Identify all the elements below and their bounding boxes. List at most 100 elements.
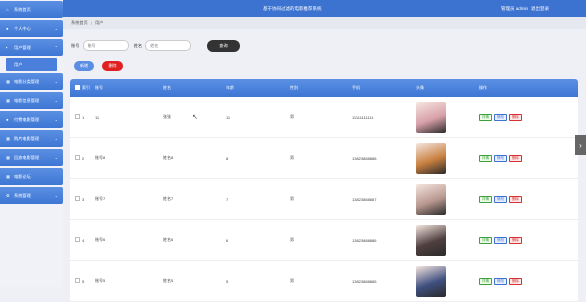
row-delete-button[interactable]: 删除 <box>509 195 522 203</box>
add-button[interactable]: 新增 <box>74 61 94 71</box>
sidebar-item-users[interactable]: ▪ 用户管理 ⌃ <box>0 39 63 56</box>
sidebar-item-label: 个人中心 <box>14 25 31 31</box>
logout-link[interactable]: 退出登录 <box>531 6 549 12</box>
sidebar-item-label: 回放电影管理 <box>14 154 40 160</box>
row-checkbox[interactable] <box>75 237 80 242</box>
name-label: 姓名 <box>133 42 143 48</box>
header: 基于协同过滤的电影推荐系统 管理员 admin 退出登录 <box>63 0 586 17</box>
cell-age: 11 <box>226 114 231 120</box>
delete-button[interactable]: 删除 <box>102 61 123 71</box>
cell-account: 账号8 <box>95 155 106 160</box>
edit-button[interactable]: 修改 <box>494 195 507 203</box>
account-label: 账号 <box>71 42 80 48</box>
admin-label: 管理员 admin <box>500 6 528 11</box>
grid-icon: ▦ <box>6 136 10 141</box>
breadcrumb: 系统首页 / 用户 <box>63 17 586 29</box>
cell-age: 6 <box>226 237 229 243</box>
mouse-cursor-icon: ↖ <box>192 114 198 121</box>
chevron-down-icon: ⌄ <box>54 193 58 198</box>
chevron-down-icon: ⌄ <box>54 117 58 122</box>
row-checkbox[interactable] <box>75 196 80 201</box>
avatar <box>416 224 446 256</box>
sidebar-item-label: 电影分类管理 <box>14 78 40 84</box>
sidebar-item-movie-info[interactable]: ▦ 电影信息管理 ⌄ <box>0 92 63 109</box>
name-input[interactable] <box>145 40 192 51</box>
edit-button[interactable]: 修改 <box>494 277 507 285</box>
sidebar-item-label: 付费电影管理 <box>14 116 40 122</box>
cell-name: 姓名5 <box>163 278 174 283</box>
cell-account: 11 <box>95 114 100 120</box>
chevron-down-icon: ⌄ <box>54 155 58 160</box>
sidebar-item-purchase-movie[interactable]: ▦ 购片电影管理 ⌄ <box>0 130 63 147</box>
users-icon: ▪ <box>6 45 8 50</box>
row-checkbox[interactable] <box>75 155 80 160</box>
select-all-checkbox[interactable] <box>75 85 80 90</box>
detail-button[interactable]: 详情 <box>479 236 492 244</box>
row-checkbox[interactable] <box>75 278 80 283</box>
query-button[interactable]: 查询 <box>207 40 240 52</box>
table-row: 2 账号8 姓名8 8 男 13823888888 详情 修改 删除 <box>70 138 578 179</box>
sidebar-item-system[interactable]: ⚙ 系统管理 ⌄ <box>0 187 63 204</box>
row-delete-button[interactable]: 删除 <box>509 113 522 121</box>
cell-account: 账号7 <box>95 196 106 201</box>
sidebar-item-home[interactable]: ⌂ 系统首页 <box>0 1 63 18</box>
table-row: 1 11 张张 11 男 11111111111 详情 修改 删除 <box>70 97 578 138</box>
app-title: 基于协同过滤的电影推荐系统 <box>263 6 322 11</box>
edit-button[interactable]: 修改 <box>494 154 507 162</box>
cell-phone: 13823888888 <box>352 155 377 161</box>
sidebar-item-forum[interactable]: ▦ 电影论坛 <box>0 168 63 185</box>
col-phone: 手机 <box>352 85 360 90</box>
row-delete-button[interactable]: 删除 <box>509 277 522 285</box>
cell-name: 姓名8 <box>163 155 174 160</box>
cell-index: 3 <box>82 196 85 202</box>
cell-index: 2 <box>82 155 85 161</box>
account-input[interactable] <box>82 40 129 51</box>
detail-button[interactable]: 详情 <box>479 113 492 121</box>
sidebar-item-paid-movie[interactable]: ● 付费电影管理 ⌄ <box>0 111 63 128</box>
avatar <box>416 101 446 133</box>
cell-name: 姓名7 <box>163 196 174 201</box>
edit-button[interactable]: 修改 <box>494 236 507 244</box>
edit-button[interactable]: 修改 <box>494 113 507 121</box>
cell-index: 1 <box>82 114 85 120</box>
col-name: 姓名 <box>163 85 171 90</box>
col-photo: 头像 <box>416 85 424 90</box>
grid-icon: ▦ <box>6 155 10 160</box>
grid-icon: ▦ <box>6 174 10 179</box>
col-actions: 操作 <box>479 85 487 90</box>
home-icon: ⌂ <box>6 7 9 12</box>
avatar <box>416 142 446 174</box>
user-table: 索引 账号 姓名 年龄 性别 手机 头像 操作 1 11 张张 11 男 111… <box>70 79 578 302</box>
cell-age: 5 <box>226 278 229 284</box>
cell-gender: 男 <box>290 114 294 119</box>
cell-phone: 13823888887 <box>352 196 377 202</box>
cell-phone: 13823888885 <box>352 278 377 284</box>
detail-button[interactable]: 详情 <box>479 154 492 162</box>
row-checkbox[interactable] <box>75 114 80 119</box>
sidebar-item-label: 购片电影管理 <box>14 135 40 141</box>
breadcrumb-home[interactable]: 系统首页 <box>71 20 88 26</box>
sidebar-subitem-user[interactable]: 用户 <box>6 58 57 71</box>
chevron-right-icon[interactable]: › <box>575 135 586 155</box>
row-delete-button[interactable]: 删除 <box>509 154 522 162</box>
cell-account: 账号6 <box>95 237 106 242</box>
sidebar-item-movie-category[interactable]: ▦ 电影分类管理 ⌄ <box>0 73 63 90</box>
detail-button[interactable]: 详情 <box>479 195 492 203</box>
gear-icon: ⚙ <box>6 193 10 198</box>
chevron-down-icon: ⌄ <box>54 79 58 84</box>
chevron-down-icon: ⌄ <box>54 136 58 141</box>
row-delete-button[interactable]: 删除 <box>509 236 522 244</box>
chevron-down-icon: ⌄ <box>54 98 58 103</box>
sidebar-item-profile[interactable]: ● 个人中心 ⌄ <box>0 20 63 37</box>
cell-phone: 11111111111 <box>352 114 374 120</box>
sidebar: ⌂ 系统首页 ● 个人中心 ⌄ ▪ 用户管理 ⌃ 用户 ▦ 电影分类管理 ⌄ ▦ 电影信息管理 ⌄… <box>0 0 63 287</box>
sidebar-item-label: 电影论坛 <box>14 173 31 179</box>
avatar <box>416 265 446 297</box>
sidebar-item-replay-movie[interactable]: ▦ 回放电影管理 ⌄ <box>0 149 63 166</box>
avatar <box>416 183 446 215</box>
cell-index: 4 <box>82 237 85 243</box>
cell-gender: 男 <box>290 155 294 160</box>
sidebar-item-label: 系统管理 <box>14 192 31 198</box>
breadcrumb-current: 用户 <box>94 20 104 25</box>
detail-button[interactable]: 详情 <box>479 277 492 285</box>
